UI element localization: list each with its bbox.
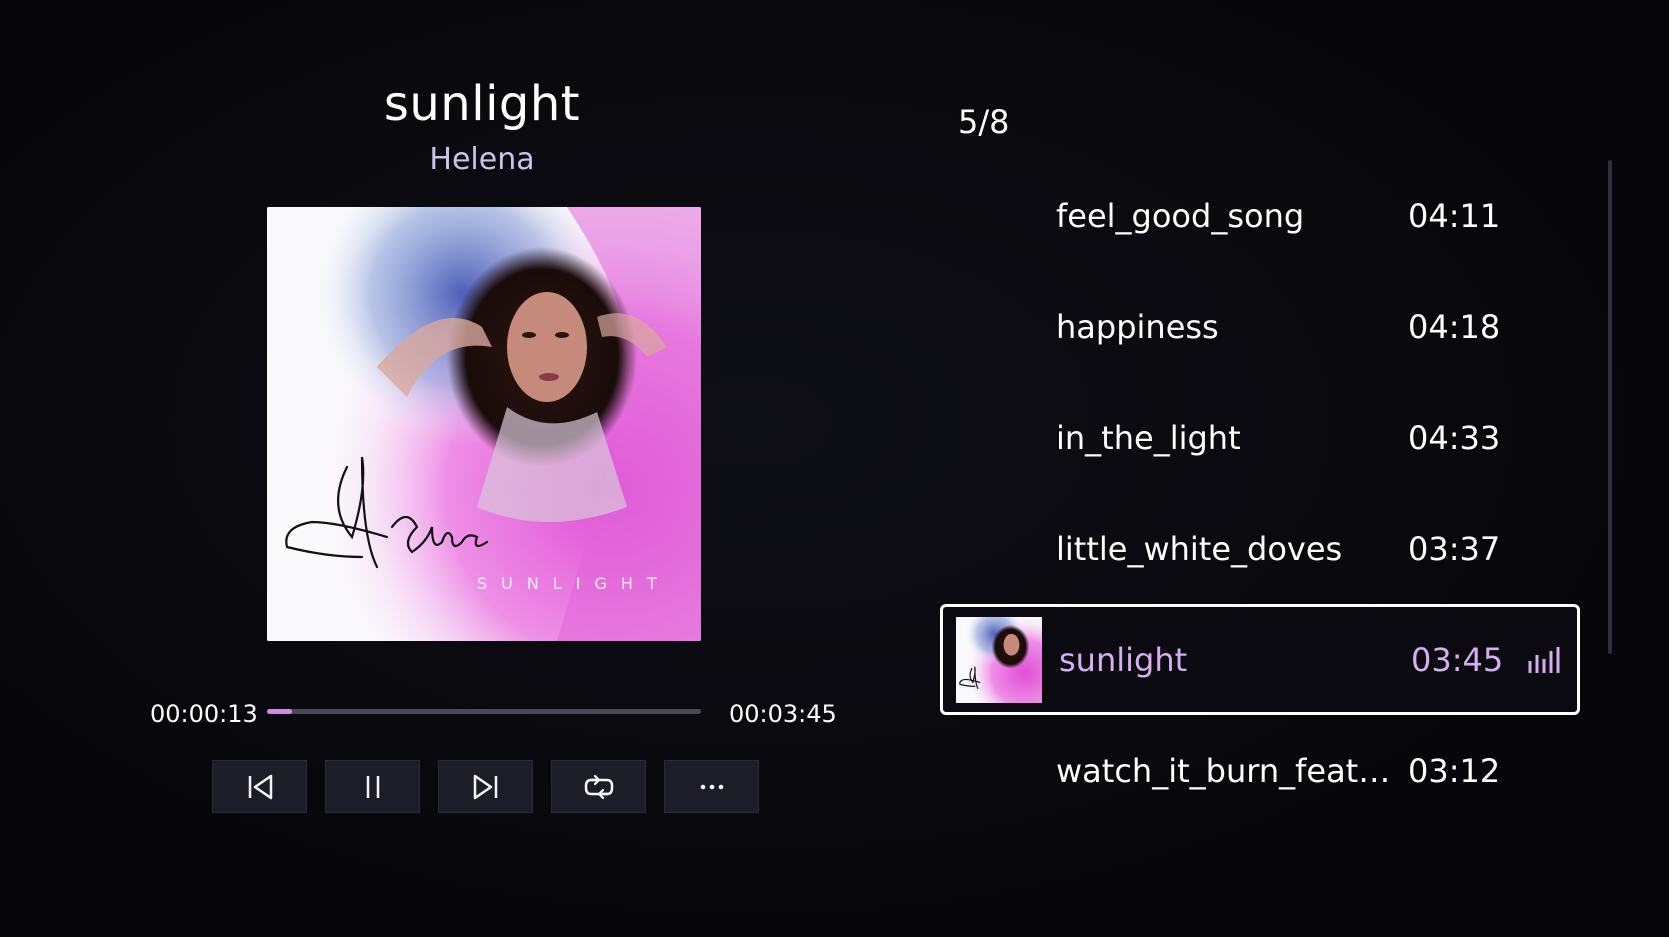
track-duration: 04:33	[1408, 418, 1501, 457]
skip-previous-icon	[248, 774, 272, 799]
track-name: watch_it_burn_feat_...	[1056, 751, 1392, 790]
track-item[interactable]: little_white_doves 03:37	[940, 493, 1580, 604]
previous-button[interactable]	[212, 760, 307, 813]
album-cover-image: SUNLIGHT	[267, 207, 701, 641]
track-name: happiness	[1056, 307, 1219, 346]
track-list: feel_good_song 04:11 happiness 04:18 in_…	[940, 160, 1580, 826]
track-thumbnail	[956, 617, 1042, 703]
music-player-screen: sunlight Helena SUNLIGHT 00:00:13 00:03:…	[0, 0, 1669, 937]
cover-text: SUNLIGHT	[477, 574, 671, 593]
playlist-scrollbar[interactable]	[1608, 160, 1612, 654]
track-duration: 04:11	[1408, 196, 1501, 235]
track-duration: 03:12	[1408, 751, 1501, 790]
track-item[interactable]: in_the_light 04:33	[940, 382, 1580, 493]
skip-next-icon	[473, 774, 497, 799]
equalizer-icon	[1528, 647, 1560, 673]
track-name: little_white_doves	[1056, 529, 1343, 568]
track-item-active[interactable]: sunlight 03:45	[940, 604, 1580, 715]
now-playing-panel: sunlight Helena SUNLIGHT 00:00:13 00:03:…	[0, 0, 960, 937]
track-duration: 03:37	[1408, 529, 1501, 568]
track-thumbnail-image	[956, 617, 1042, 703]
more-options-icon	[700, 784, 723, 789]
track-duration: 04:18	[1408, 307, 1501, 346]
next-button[interactable]	[438, 760, 533, 813]
track-item[interactable]: feel_good_song 04:11	[940, 160, 1580, 271]
track-item[interactable]: happiness 04:18	[940, 271, 1580, 382]
time-total: 00:03:45	[729, 700, 837, 728]
playlist-panel: 5/8 feel_good_song 04:11 happiness 04:18…	[940, 0, 1669, 937]
playback-controls	[212, 760, 759, 813]
album-art: SUNLIGHT	[267, 207, 701, 641]
pause-icon	[366, 775, 379, 798]
song-title: sunlight	[383, 76, 581, 132]
repeat-icon	[584, 774, 613, 799]
track-name: feel_good_song	[1056, 196, 1305, 235]
progress-bar[interactable]	[267, 709, 701, 714]
repeat-button[interactable]	[551, 760, 646, 813]
more-options-button[interactable]	[664, 760, 759, 813]
time-elapsed: 00:00:13	[150, 700, 258, 728]
track-duration: 03:45	[1411, 640, 1504, 679]
track-name: in_the_light	[1056, 418, 1241, 457]
artist-name: Helena	[429, 142, 535, 177]
track-counter: 5/8	[958, 103, 1010, 141]
progress-fill	[267, 709, 293, 714]
track-name: sunlight	[1059, 640, 1188, 679]
track-item[interactable]: watch_it_burn_feat_... 03:12	[940, 715, 1580, 826]
pause-button[interactable]	[325, 760, 420, 813]
